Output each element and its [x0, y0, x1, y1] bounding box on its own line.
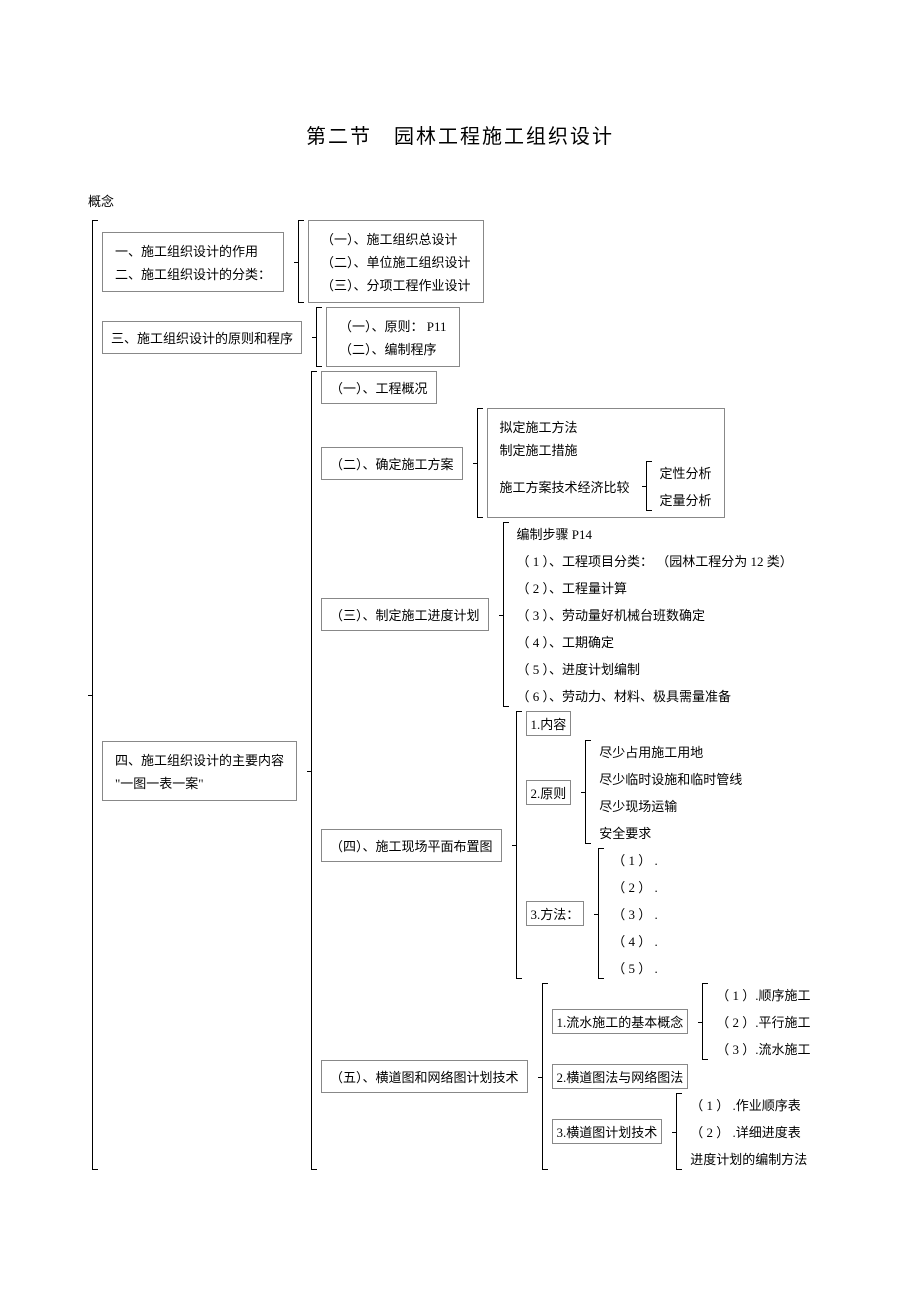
s4-p2b: 尽少临时设施和临时管线	[595, 767, 746, 790]
brace-root	[84, 220, 98, 1170]
root-label: 概念	[84, 189, 860, 212]
brace-sec2	[290, 220, 304, 303]
sec4-s2: （二）、确定施工方案	[321, 447, 463, 480]
s3-i5: （ 5 ）、进度计划编制	[513, 657, 797, 680]
s5-q3a: （ 1 ） .作业顺序表	[686, 1093, 811, 1116]
s4-p2d: 安全要求	[595, 821, 746, 844]
sec4-label1: 四、施工组织设计的主要内容	[111, 748, 288, 771]
section-title: 第二节 园林工程施工组织设计	[60, 120, 860, 149]
s2-b: 制定施工措施	[496, 438, 716, 461]
sec1-line1: 一、施工组织设计的作用	[111, 239, 275, 262]
brace-s5q3	[668, 1093, 682, 1170]
brace-s5	[534, 983, 548, 1170]
s5-q1b: （ 2 ）.平行施工	[712, 1010, 814, 1033]
s5-q1a: （ 1 ）.顺序施工	[712, 983, 814, 1006]
s4-m3: （ 3 ） .	[608, 902, 662, 925]
s3-i6: （ 6 ）、劳动力、材料、极具需量准备	[513, 684, 797, 707]
s4-m1: （ 1 ） .	[608, 848, 662, 871]
sec4-s4: （四）、施工现场平面布置图	[321, 829, 502, 862]
brace-s3	[495, 522, 509, 707]
s4-m4: （ 4 ） .	[608, 929, 662, 952]
s2-c: 施工方案技术经济比较	[496, 475, 634, 498]
box-sec4: 四、施工组织设计的主要内容 "一图一表一案"	[102, 741, 297, 801]
brace-s4	[508, 711, 522, 979]
s5-q1: 1.流水施工的基本概念	[552, 1009, 689, 1034]
brace-sec4	[303, 371, 317, 1170]
sec4-s1: （一）、工程概况	[321, 371, 437, 404]
s3-i4: （ 4 ）、工期确定	[513, 630, 797, 653]
brace-s4p2	[577, 740, 591, 844]
s3-i1: （ 1 ）、工程项目分类： （园林工程分为 12 类）	[513, 549, 797, 572]
s5-q3c: 进度计划的编制方法	[686, 1147, 811, 1170]
s2-a: 拟定施工方法	[496, 415, 716, 438]
sec3-c1: （一）、原则： P11	[335, 314, 451, 337]
s4-p3: 3.方法：	[526, 901, 585, 926]
brace-s2	[469, 408, 483, 518]
sec4-label2: "一图一表一案"	[111, 771, 288, 794]
outline-tree: 概念 一、施工组织设计的作用 二、施工组织设计的分类： （一）、施工组织总设计 …	[60, 189, 860, 1170]
s5-q3: 3.横道图计划技术	[552, 1119, 663, 1144]
s2-d1: 定性分析	[656, 461, 716, 484]
s4-m5: （ 5 ） .	[608, 956, 662, 979]
brace-s5q1	[694, 983, 708, 1060]
s4-m2: （ 2 ） .	[608, 875, 662, 898]
sec2-c3: （三）、分项工程作业设计	[317, 273, 475, 296]
s4-p2: 2.原则	[526, 780, 572, 805]
s5-q1c: （ 3 ）.流水施工	[712, 1037, 814, 1060]
box-sec3: 三、施工组织设计的原则和程序	[102, 321, 302, 354]
box-sec1-2: 一、施工组织设计的作用 二、施工组织设计的分类：	[102, 232, 284, 292]
s4-p1: 1.内容	[526, 711, 572, 736]
sec3-c2: （二）、编制程序	[335, 337, 451, 360]
s4-p2c: 尽少现场运输	[595, 794, 746, 817]
brace-sec3	[308, 307, 322, 367]
s3-i2: （ 2 ）、工程量计算	[513, 576, 797, 599]
s2-d2: 定量分析	[656, 488, 716, 511]
sec4-s5: （五）、横道图和网络图计划技术	[321, 1060, 528, 1093]
sec1-line2: 二、施工组织设计的分类：	[111, 262, 275, 285]
s5-q3b: （ 2 ） .详细进度表	[686, 1120, 811, 1143]
brace-s2c	[638, 461, 652, 511]
s5-q2: 2.横道图法与网络图法	[552, 1064, 689, 1089]
sec2-c2: （二）、单位施工组织设计	[317, 250, 475, 273]
s3-i3: （ 3 ）、劳动量好机械台班数确定	[513, 603, 797, 626]
s3-head: 编制步骤 P14	[513, 522, 797, 545]
sec4-s3: （三）、制定施工进度计划	[321, 598, 489, 631]
sec2-c1: （一）、施工组织总设计	[317, 227, 475, 250]
brace-s4p3	[590, 848, 604, 979]
s4-p2a: 尽少占用施工用地	[595, 740, 746, 763]
